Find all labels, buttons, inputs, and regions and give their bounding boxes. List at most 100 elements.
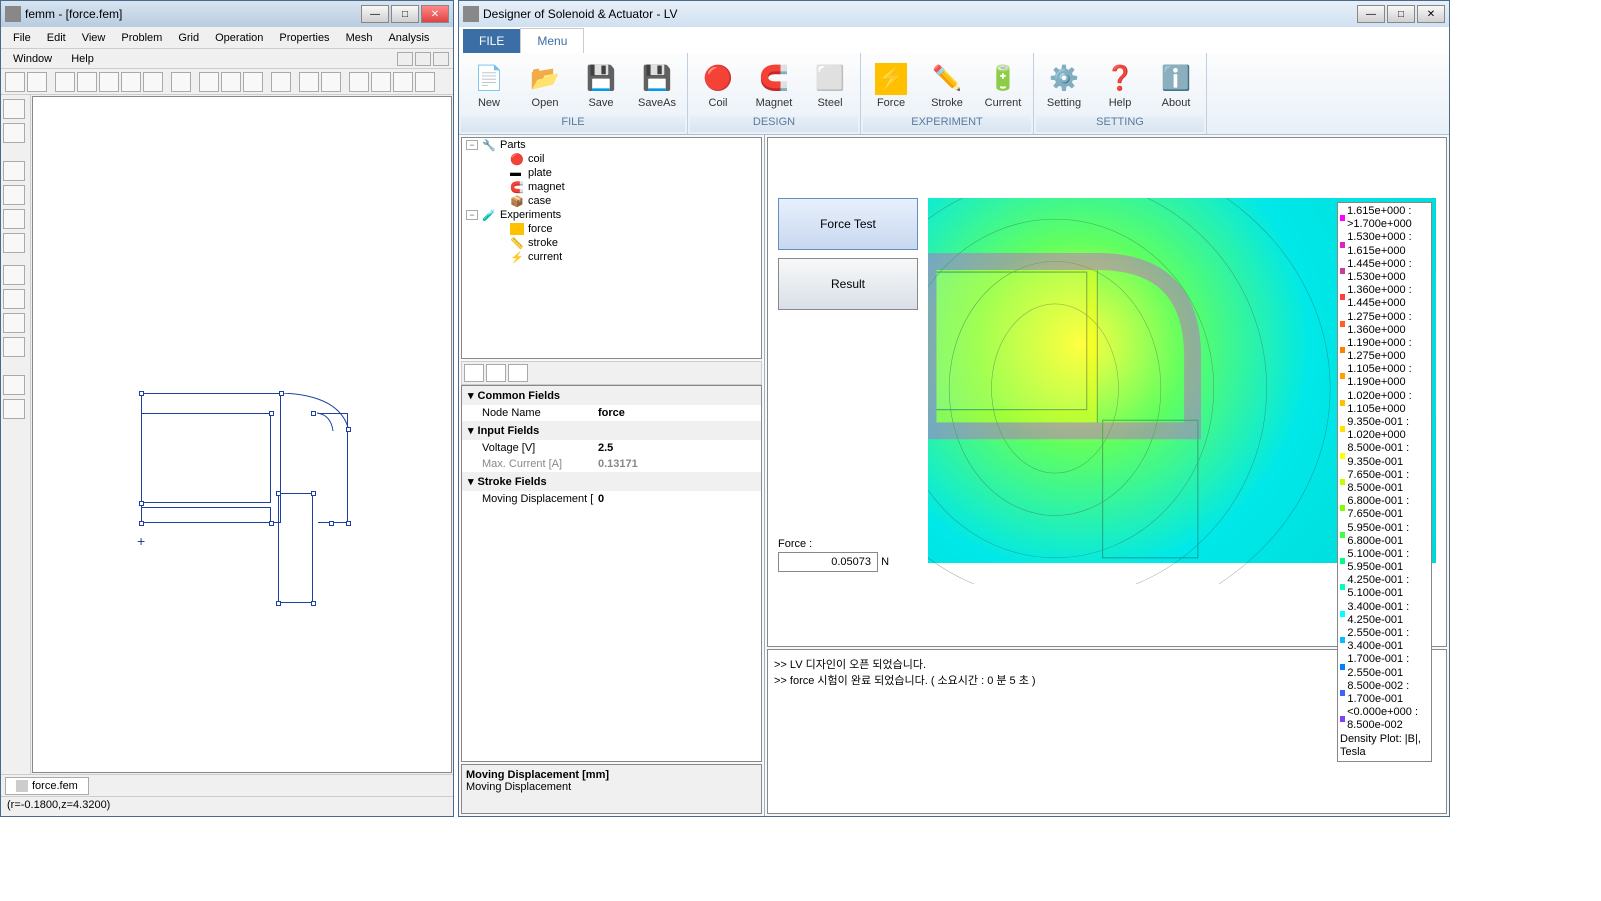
zoom-window-icon[interactable] — [3, 233, 25, 253]
undo-icon[interactable] — [271, 72, 291, 92]
minimize-button[interactable]: — — [361, 5, 389, 23]
legend-label: 1.445e+000 : 1.530e+000 — [1347, 258, 1429, 284]
collapse-icon[interactable]: ▾ — [468, 424, 474, 437]
result-button[interactable]: Result — [778, 258, 918, 310]
minimize-button[interactable]: — — [1357, 5, 1385, 23]
arrow-down-icon[interactable] — [3, 289, 25, 309]
menu-grid[interactable]: Grid — [170, 30, 207, 46]
collapse-icon[interactable]: ▾ — [468, 475, 474, 488]
tree-item-force[interactable]: force — [462, 222, 761, 236]
tree-experiments[interactable]: − 🧪 Experiments — [462, 208, 761, 222]
tab-file[interactable]: FILE — [463, 29, 520, 53]
scale-icon[interactable] — [393, 72, 413, 92]
tree-item-coil[interactable]: 🔴coil — [462, 152, 761, 166]
prop-row-movingdisp[interactable]: Moving Displacement [0 — [462, 491, 761, 507]
sort-icon[interactable] — [486, 364, 506, 382]
menu-problem[interactable]: Problem — [113, 30, 170, 46]
steel-button[interactable]: ⬜Steel — [802, 55, 858, 116]
pan-tool-icon[interactable] — [3, 123, 25, 143]
field-plot-area[interactable]: 1.615e+000 : >1.700e+0001.530e+000 : 1.6… — [928, 148, 1436, 636]
rect-select-icon[interactable] — [299, 72, 319, 92]
maximize-button[interactable]: □ — [391, 5, 419, 23]
arrow-left-icon[interactable] — [3, 313, 25, 333]
tree-item-plate[interactable]: ▬plate — [462, 166, 761, 180]
tree-parts[interactable]: − 🔧 Parts — [462, 138, 761, 152]
menu-file[interactable]: File — [5, 30, 39, 46]
results-icon[interactable] — [221, 72, 241, 92]
prop-row-nodename[interactable]: Node Nameforce — [462, 405, 761, 421]
copy-icon[interactable] — [349, 72, 369, 92]
femm-titlebar[interactable]: femm - [force.fem] — □ ✕ — [1, 1, 453, 27]
tree-item-current[interactable]: ⚡current — [462, 250, 761, 264]
prop-header-common[interactable]: ▾Common Fields — [462, 386, 761, 405]
menu-window[interactable]: Window — [5, 51, 60, 67]
point-tool-icon[interactable] — [55, 72, 75, 92]
collapse-icon[interactable]: − — [466, 210, 478, 220]
coil-button[interactable]: 🔴Coil — [690, 55, 746, 116]
about-button[interactable]: ℹ️About — [1148, 55, 1204, 116]
tab-force-fem[interactable]: force.fem — [5, 777, 89, 795]
open-file-icon[interactable] — [27, 72, 47, 92]
mirror-icon[interactable] — [415, 72, 435, 92]
help-button[interactable]: ❓Help — [1092, 55, 1148, 116]
close-button[interactable]: ✕ — [421, 5, 449, 23]
designer-titlebar[interactable]: Designer of Solenoid & Actuator - LV — □… — [459, 1, 1449, 27]
categorize-icon[interactable] — [464, 364, 484, 382]
save-button[interactable]: 💾Save — [573, 55, 629, 116]
stroke-button[interactable]: ✏️Stroke — [919, 55, 975, 116]
edit-tool-icon[interactable] — [3, 375, 25, 395]
menu-properties[interactable]: Properties — [271, 30, 337, 46]
circle-select-icon[interactable] — [321, 72, 341, 92]
child-close-button[interactable] — [433, 52, 449, 66]
new-button[interactable]: 📄New — [461, 55, 517, 116]
move-icon[interactable] — [371, 72, 391, 92]
tab-menu[interactable]: Menu — [520, 28, 584, 53]
prop-row-voltage[interactable]: Voltage [V]2.5 — [462, 440, 761, 456]
tool-icon[interactable] — [243, 72, 263, 92]
prop-row-maxcurrent[interactable]: Max. Current [A]0.13171 — [462, 456, 761, 472]
arc-tool-icon[interactable] — [99, 72, 119, 92]
grid-size-icon[interactable] — [3, 399, 25, 419]
tree-item-magnet[interactable]: 🧲magnet — [462, 180, 761, 194]
collapse-icon[interactable]: ▾ — [468, 389, 474, 402]
arrow-up-icon[interactable] — [3, 265, 25, 285]
maximize-button[interactable]: □ — [1387, 5, 1415, 23]
prop-header-stroke[interactable]: ▾Stroke Fields — [462, 472, 761, 491]
force-button[interactable]: ⚡Force — [863, 55, 919, 116]
saveas-button[interactable]: 💾SaveAs — [629, 55, 685, 116]
femm-canvas[interactable]: + — [32, 96, 452, 773]
current-button[interactable]: 🔋Current — [975, 55, 1031, 116]
legend-label: 1.105e+000 : 1.190e+000 — [1347, 363, 1429, 389]
menu-operation[interactable]: Operation — [207, 30, 271, 46]
child-restore-button[interactable] — [415, 52, 431, 66]
menu-mesh[interactable]: Mesh — [338, 30, 381, 46]
open-button[interactable]: 📂Open — [517, 55, 573, 116]
zoom-fit-icon[interactable] — [3, 209, 25, 229]
block-tool-icon[interactable] — [121, 72, 141, 92]
collapse-icon[interactable]: − — [466, 140, 478, 150]
menu-edit[interactable]: Edit — [39, 30, 74, 46]
arrow-right-icon[interactable] — [3, 337, 25, 357]
run-mesh-icon[interactable] — [171, 72, 191, 92]
tree-item-case[interactable]: 📦case — [462, 194, 761, 208]
close-button[interactable]: ✕ — [1417, 5, 1445, 23]
property-panel[interactable]: ▾Common Fields Node Nameforce ▾Input Fie… — [461, 385, 762, 762]
analyze-icon[interactable] — [199, 72, 219, 92]
zoom-in-icon[interactable] — [3, 161, 25, 181]
new-file-icon[interactable] — [5, 72, 25, 92]
menu-analysis[interactable]: Analysis — [380, 30, 437, 46]
tree-item-stroke[interactable]: 📏stroke — [462, 236, 761, 250]
menu-view[interactable]: View — [74, 30, 114, 46]
zoom-tool-icon[interactable] — [3, 99, 25, 119]
zoom-out-icon[interactable] — [3, 185, 25, 205]
group-tool-icon[interactable] — [143, 72, 163, 92]
force-test-button[interactable]: Force Test — [778, 198, 918, 250]
line-tool-icon[interactable] — [77, 72, 97, 92]
pages-icon[interactable] — [508, 364, 528, 382]
child-minimize-button[interactable] — [397, 52, 413, 66]
prop-header-input[interactable]: ▾Input Fields — [462, 421, 761, 440]
tree-panel[interactable]: − 🔧 Parts 🔴coil ▬plate 🧲magnet 📦case − 🧪… — [461, 137, 762, 359]
magnet-button[interactable]: 🧲Magnet — [746, 55, 802, 116]
menu-help[interactable]: Help — [63, 51, 102, 67]
setting-button[interactable]: ⚙️Setting — [1036, 55, 1092, 116]
